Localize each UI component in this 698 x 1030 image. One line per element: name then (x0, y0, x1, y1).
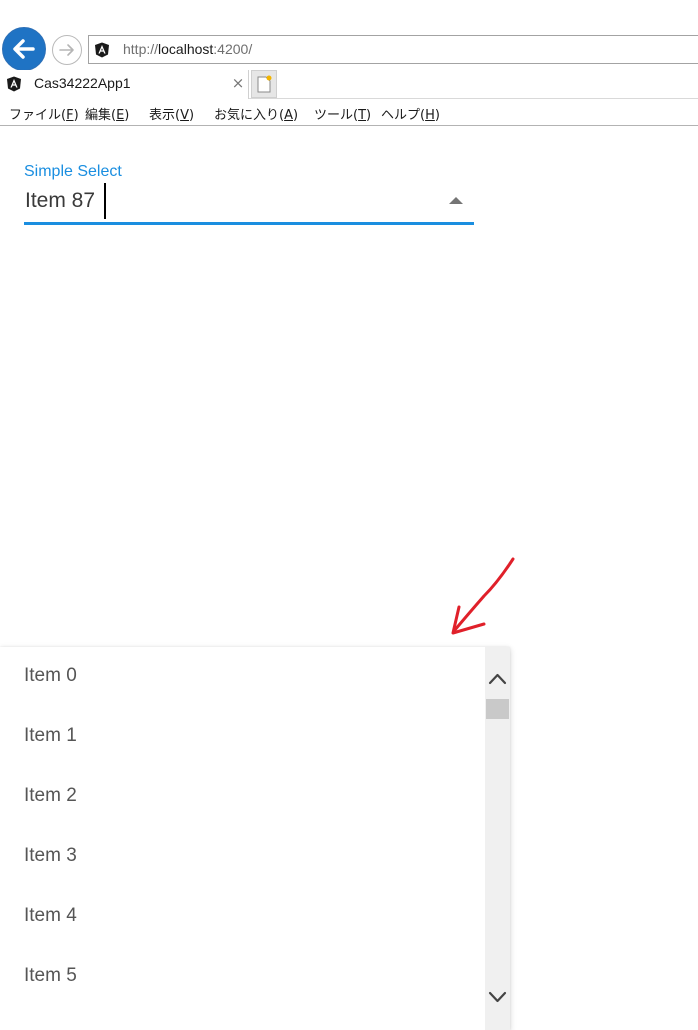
menu-file-paren: ) (73, 108, 79, 123)
close-tab-icon[interactable]: × (229, 73, 247, 93)
browser-tab[interactable]: Cas34222App1 × (0, 70, 249, 99)
back-button[interactable] (2, 27, 46, 71)
chevron-down-icon[interactable] (485, 987, 510, 1007)
menu-edit-paren: ) (124, 108, 130, 123)
text-cursor (104, 183, 106, 219)
url-text[interactable]: http://localhost:4200/ (123, 41, 252, 57)
menu-help-label: ヘルプ( (381, 108, 426, 123)
menu-favorites-accesskey: A (284, 108, 293, 123)
menu-view-paren: ) (188, 108, 195, 123)
address-bar[interactable]: http://localhost:4200/ (88, 35, 698, 64)
back-arrow-icon (13, 39, 35, 59)
list-item-label: Item 5 (24, 965, 77, 986)
menu-help-paren: ) (434, 108, 440, 123)
new-tab-button[interactable] (251, 70, 277, 98)
list-item[interactable]: Item 5 (0, 947, 485, 1007)
select-input[interactable]: Item 87 (25, 189, 95, 213)
dropdown-toggle-icon[interactable] (449, 197, 463, 204)
menu-tools[interactable]: ツール(T) (314, 104, 371, 123)
menu-help-accesskey: H (425, 108, 435, 123)
tab-strip: Cas34222App1 × (0, 70, 698, 99)
menu-favorites[interactable]: お気に入り(A) (214, 104, 298, 123)
menu-view-accesskey: V (180, 108, 189, 123)
menu-favorites-paren: ) (292, 108, 299, 123)
menu-favorites-label: お気に入り( (214, 108, 285, 123)
menu-file-accesskey: F (66, 108, 74, 123)
menu-bar: ファイル(F) 編集(E) 表示(V) お気に入り(A) ツール(T) ヘルプ(… (0, 99, 698, 126)
list-item-label: Item 1 (24, 725, 77, 746)
url-port-path: :4200/ (213, 41, 253, 57)
angular-logo-icon (95, 42, 109, 58)
scrollbar-thumb[interactable] (486, 699, 509, 719)
menu-edit[interactable]: 編集(E) (85, 104, 129, 123)
list-item-label: Item 4 (24, 905, 77, 926)
menu-view[interactable]: 表示(V) (149, 104, 194, 123)
menu-tools-label: ツール( (314, 108, 359, 123)
list-item[interactable]: Item 1 (0, 707, 485, 767)
url-scheme: http:// (123, 41, 159, 57)
menu-view-label: 表示( (149, 108, 181, 123)
menu-help[interactable]: ヘルプ(H) (381, 104, 440, 123)
annotation-arrow (451, 557, 515, 635)
menu-edit-label: 編集( (85, 108, 117, 123)
list-item[interactable]: Item 2 (0, 767, 485, 827)
select-underline (24, 222, 474, 225)
scrollbar[interactable] (485, 647, 510, 1030)
select-label: Simple Select (24, 163, 122, 180)
list-item[interactable]: Item 0 (0, 647, 485, 707)
list-item-label: Item 0 (24, 665, 77, 686)
url-host: localhost (158, 41, 214, 57)
chevron-up-icon[interactable] (485, 669, 510, 689)
menu-tools-accesskey: T (358, 108, 367, 123)
dropdown-panel: Item 0 Item 1 Item 2 Item 3 Item 4 Item … (0, 647, 510, 1030)
menu-tools-paren: ) (366, 108, 372, 123)
tab-title: Cas34222App1 (34, 75, 131, 91)
forward-arrow-icon (59, 44, 74, 56)
forward-button[interactable] (52, 35, 82, 65)
angular-logo-icon (7, 76, 21, 92)
new-tab-icon (257, 75, 272, 93)
menu-file-label: ファイル( (9, 108, 67, 123)
list-item[interactable]: Item 4 (0, 887, 485, 947)
list-item-label: Item 2 (24, 785, 77, 806)
browser-navigation-bar: http://localhost:4200/ (0, 0, 698, 71)
list-item-label: Item 3 (24, 845, 77, 866)
menu-file[interactable]: ファイル(F) (9, 104, 79, 123)
list-item[interactable]: Item 3 (0, 827, 485, 887)
